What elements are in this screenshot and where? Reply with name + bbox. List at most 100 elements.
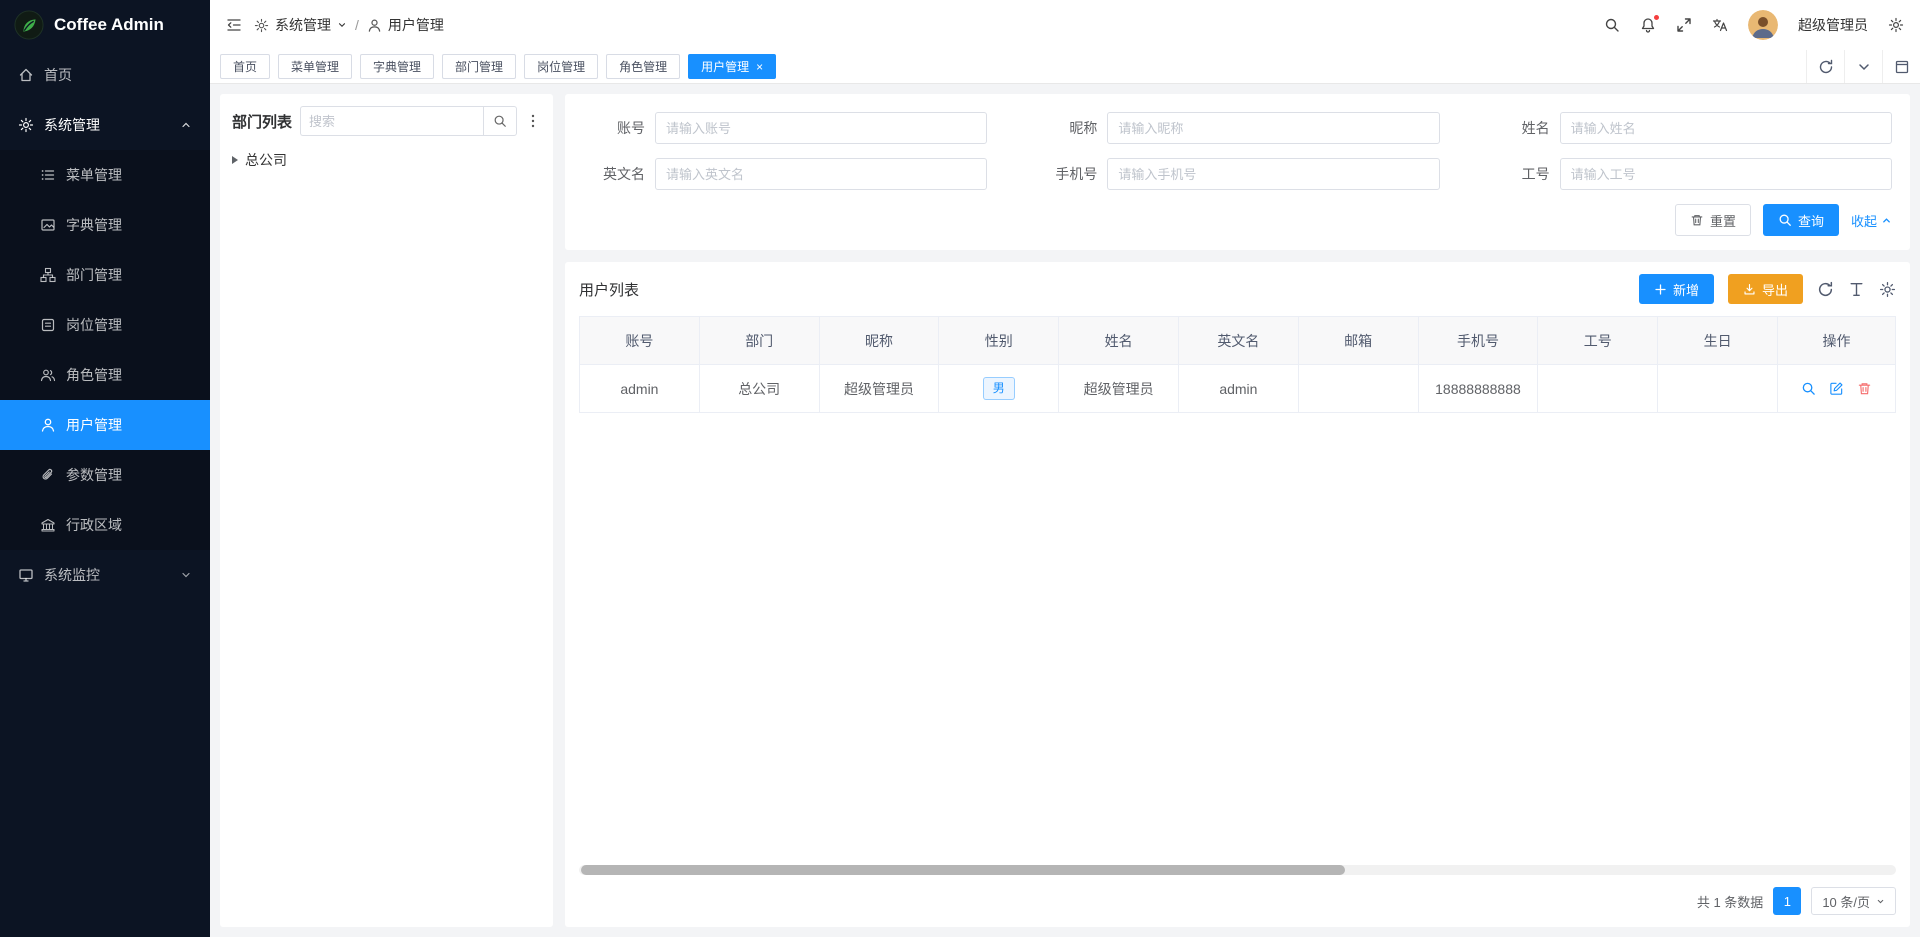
breadcrumb-item-user[interactable]: 用户管理 <box>367 15 444 35</box>
sidebar-collapse-icon[interactable] <box>226 17 242 33</box>
tab-label: 部门管理 <box>455 58 503 75</box>
column-settings-gear-icon[interactable] <box>1879 281 1896 298</box>
field-name: 姓名 <box>1488 112 1892 144</box>
work-no-input[interactable] <box>1560 158 1892 190</box>
tree-node-label: 总公司 <box>245 150 287 170</box>
refresh-icon[interactable] <box>1806 50 1844 83</box>
column-header-name: 姓名 <box>1059 317 1179 365</box>
avatar[interactable] <box>1748 10 1778 40</box>
column-header-email: 邮箱 <box>1298 317 1418 365</box>
tree-node-head-office[interactable]: 总公司 <box>232 150 541 170</box>
department-search-input[interactable] <box>300 106 483 136</box>
sidebar-item-label: 部门管理 <box>66 265 122 285</box>
query-button[interactable]: 查询 <box>1763 204 1839 236</box>
cell-english-name: admin <box>1178 365 1298 413</box>
tab-role-mgmt[interactable]: 角色管理 <box>606 54 680 79</box>
translate-icon[interactable] <box>1712 17 1728 33</box>
sidebar-menu: 首页 系统管理 菜单管理 字典管理 部门管理 <box>0 50 210 600</box>
nickname-input[interactable] <box>1107 112 1439 144</box>
user-table: 账号 部门 昵称 性别 姓名 英文名 邮箱 手机号 工号 生日 <box>579 316 1896 413</box>
sidebar-item-home[interactable]: 首页 <box>0 50 210 100</box>
delete-row-icon[interactable] <box>1857 381 1872 396</box>
page-number-button[interactable]: 1 <box>1773 887 1801 915</box>
more-options-icon[interactable] <box>525 113 541 129</box>
fullscreen-icon[interactable] <box>1676 17 1692 33</box>
tab-home[interactable]: 首页 <box>220 54 270 79</box>
add-user-button[interactable]: 新增 <box>1639 274 1714 304</box>
row-height-icon[interactable] <box>1848 281 1865 298</box>
sidebar-item-dict-mgmt[interactable]: 字典管理 <box>0 200 210 250</box>
horizontal-scrollbar-thumb[interactable] <box>581 865 1345 875</box>
sidebar-item-label: 菜单管理 <box>66 165 122 185</box>
department-search-button[interactable] <box>483 106 517 136</box>
tab-label: 角色管理 <box>619 58 667 75</box>
current-user-name[interactable]: 超级管理员 <box>1798 15 1868 35</box>
cell-account: admin <box>580 365 700 413</box>
cell-actions <box>1778 365 1896 413</box>
phone-input[interactable] <box>1107 158 1439 190</box>
english-name-input[interactable] <box>655 158 987 190</box>
view-row-icon[interactable] <box>1801 381 1816 396</box>
export-button-label: 导出 <box>1762 280 1788 299</box>
post-icon <box>40 317 56 333</box>
cell-work-no <box>1538 365 1658 413</box>
horizontal-scrollbar[interactable] <box>579 865 1896 875</box>
add-button-label: 新增 <box>1673 280 1699 299</box>
sidebar-item-menu-mgmt[interactable]: 菜单管理 <box>0 150 210 200</box>
field-label: 昵称 <box>1035 118 1097 138</box>
table-row: admin 总公司 超级管理员 男 超级管理员 admin 1888888888… <box>580 365 1896 413</box>
reset-button-label: 重置 <box>1710 211 1736 230</box>
sidebar-item-dept-mgmt[interactable]: 部门管理 <box>0 250 210 300</box>
sidebar-item-role-mgmt[interactable]: 角色管理 <box>0 350 210 400</box>
app-root: Coffee Admin 首页 系统管理 菜单管理 字典管理 <box>0 0 1920 937</box>
refresh-icon[interactable] <box>1817 281 1834 298</box>
workspace: 部门列表 总公司 <box>210 84 1920 937</box>
tab-dict-mgmt[interactable]: 字典管理 <box>360 54 434 79</box>
notification-bell-icon[interactable] <box>1640 17 1656 33</box>
collapse-filters-button[interactable]: 收起 <box>1851 211 1892 230</box>
name-input[interactable] <box>1560 112 1892 144</box>
org-tree-icon <box>40 267 56 283</box>
list-icon <box>40 167 56 183</box>
field-label: 工号 <box>1488 164 1550 184</box>
content-column: 账号 昵称 姓名 英文名 <box>565 94 1910 927</box>
bank-icon <box>40 517 56 533</box>
user-list-toolbar: 新增 导出 <box>1639 274 1896 304</box>
cell-dept: 总公司 <box>699 365 819 413</box>
department-panel: 部门列表 总公司 <box>220 94 553 927</box>
content-fullscreen-icon[interactable] <box>1882 50 1920 83</box>
tab-user-mgmt[interactable]: 用户管理 × <box>688 54 776 79</box>
field-label: 英文名 <box>583 164 645 184</box>
chevron-up-icon <box>180 119 192 131</box>
tab-bar: 首页 菜单管理 字典管理 部门管理 岗位管理 角色管理 用户管理 × <box>210 50 1920 84</box>
chevron-down-icon <box>337 20 347 30</box>
tab-toolbar <box>1806 50 1920 83</box>
settings-gear-icon[interactable] <box>1888 17 1904 33</box>
sidebar-group-monitor[interactable]: 系统监控 <box>0 550 210 600</box>
tab-post-mgmt[interactable]: 岗位管理 <box>524 54 598 79</box>
breadcrumb-item-system[interactable]: 系统管理 <box>254 15 347 35</box>
tree-expand-caret-icon[interactable] <box>232 156 238 164</box>
sidebar-item-admin-region[interactable]: 行政区域 <box>0 500 210 550</box>
sidebar-item-user-mgmt[interactable]: 用户管理 <box>0 400 210 450</box>
tab-dept-mgmt[interactable]: 部门管理 <box>442 54 516 79</box>
sidebar-item-param-mgmt[interactable]: 参数管理 <box>0 450 210 500</box>
sidebar-item-post-mgmt[interactable]: 岗位管理 <box>0 300 210 350</box>
tab-close-icon[interactable]: × <box>756 61 763 73</box>
filter-card: 账号 昵称 姓名 英文名 <box>565 94 1910 250</box>
search-icon[interactable] <box>1604 17 1620 33</box>
chevron-up-icon <box>1881 215 1892 226</box>
field-account: 账号 <box>583 112 987 144</box>
column-header-actions: 操作 <box>1778 317 1896 365</box>
gear-icon <box>254 18 269 33</box>
chevron-down-icon[interactable] <box>1844 50 1882 83</box>
sidebar-group-system[interactable]: 系统管理 <box>0 100 210 150</box>
export-button[interactable]: 导出 <box>1728 274 1803 304</box>
account-input[interactable] <box>655 112 987 144</box>
trash-icon <box>1690 213 1704 227</box>
edit-row-icon[interactable] <box>1829 381 1844 396</box>
sidebar-group-label: 系统管理 <box>44 115 100 135</box>
page-size-select[interactable]: 10 条/页 <box>1811 887 1896 915</box>
tab-menu-mgmt[interactable]: 菜单管理 <box>278 54 352 79</box>
reset-button[interactable]: 重置 <box>1675 204 1751 236</box>
